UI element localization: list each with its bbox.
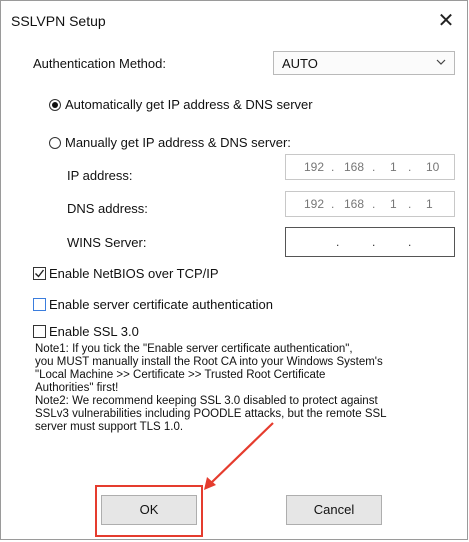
- sslvpn-setup-dialog: SSLVPN Setup ✕ Authentication Method: AU…: [0, 0, 468, 540]
- ok-button[interactable]: OK: [101, 495, 197, 525]
- annotation-arrow: [204, 422, 274, 490]
- cancel-button[interactable]: Cancel: [286, 495, 382, 525]
